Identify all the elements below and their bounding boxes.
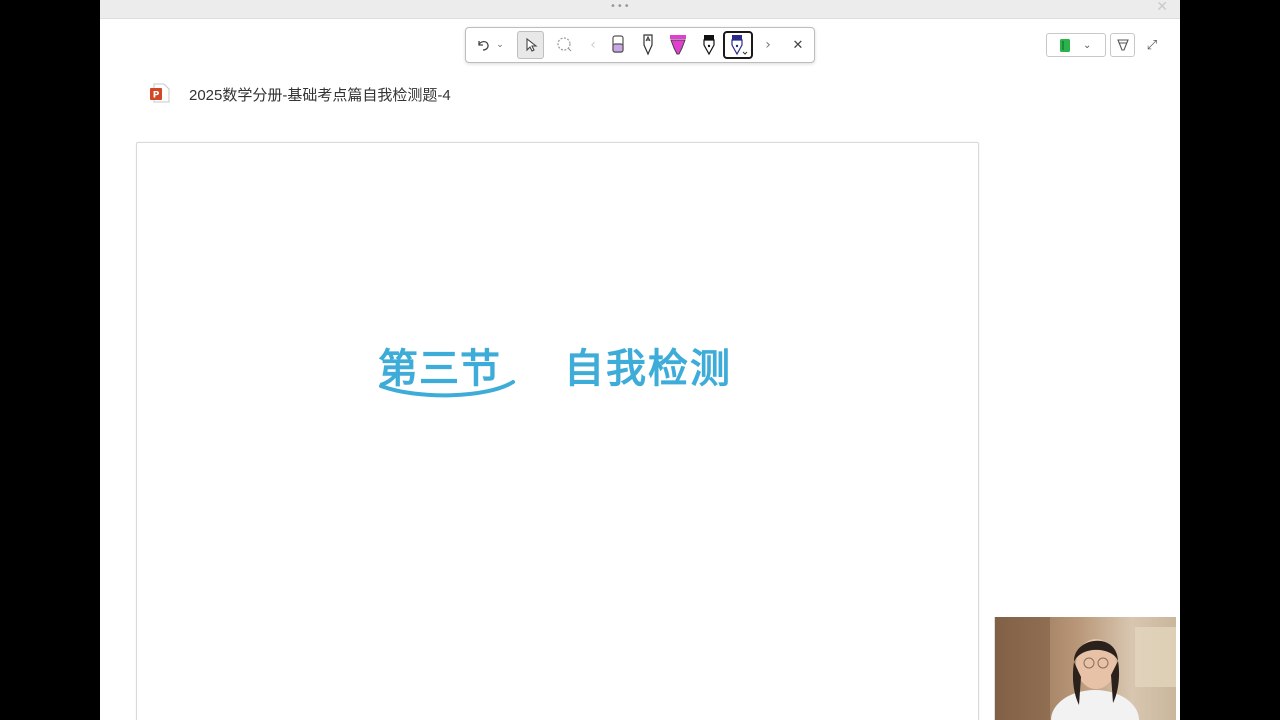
- slide-heading: 第三节 自我检测: [378, 336, 748, 406]
- pen-nib-icon: [1116, 39, 1129, 51]
- highlighter-icon: [670, 35, 686, 55]
- ink-toolbar: ⌄ ‹ › ✕: [465, 27, 815, 63]
- black-pen-icon: [703, 35, 715, 56]
- select-tool-button[interactable]: [517, 31, 544, 59]
- toolbar-next-button[interactable]: ›: [762, 31, 774, 59]
- webcam-preview: [994, 617, 1176, 720]
- cursor-icon: [525, 37, 538, 52]
- blue-pen-tool-button[interactable]: [723, 31, 753, 59]
- chevron-down-icon: ⌄: [1083, 39, 1092, 51]
- black-pen-tool-button[interactable]: [698, 31, 720, 59]
- chevron-left-icon: ‹: [590, 37, 596, 53]
- section-subtitle: 自我检测: [564, 345, 732, 392]
- undo-button[interactable]: [474, 31, 492, 59]
- pen-icon: [643, 34, 653, 56]
- powerpoint-file-icon: P: [149, 82, 171, 108]
- undo-dropdown[interactable]: ⌄: [494, 31, 506, 59]
- underline-swoosh-icon: [379, 380, 515, 398]
- toolbar-close-button[interactable]: ✕: [788, 31, 808, 59]
- pencil-tool-button[interactable]: [637, 31, 659, 59]
- toolbar-prev-button[interactable]: ‹: [587, 31, 599, 59]
- lasso-tool-button[interactable]: [554, 31, 576, 59]
- highlighter-tool-button[interactable]: [666, 31, 690, 59]
- slide-page: 第三节 自我检测: [136, 142, 979, 720]
- eraser-tool-button[interactable]: [607, 31, 629, 59]
- close-icon: ✕: [792, 37, 804, 53]
- pen-settings-button[interactable]: [1110, 33, 1135, 57]
- svg-text:P: P: [153, 91, 160, 101]
- title-bar[interactable]: ••• ✕: [100, 0, 1180, 19]
- lasso-icon: [557, 37, 572, 52]
- undo-icon: [478, 40, 489, 51]
- drag-handle[interactable]: •••: [610, 1, 631, 12]
- chevron-right-icon: ›: [765, 37, 771, 53]
- window-close-button[interactable]: ✕: [1156, 0, 1168, 15]
- blue-pen-icon: [731, 35, 748, 56]
- app-window: ••• ✕ ⌄ ‹ › ✕ ⌄ ⤢ P 2025数学分册-基础考点篇自我检测题-…: [100, 0, 1180, 720]
- notebook-icon: [1060, 38, 1070, 52]
- chevron-down-icon: ⌄: [496, 40, 504, 50]
- document-title: 2025数学分册-基础考点篇自我检测题-4: [189, 87, 451, 104]
- eraser-icon: [612, 35, 624, 53]
- expand-icon: ⤢: [1146, 37, 1158, 53]
- notebook-color-button[interactable]: ⌄: [1046, 33, 1106, 57]
- fullscreen-button[interactable]: ⤢: [1142, 35, 1162, 55]
